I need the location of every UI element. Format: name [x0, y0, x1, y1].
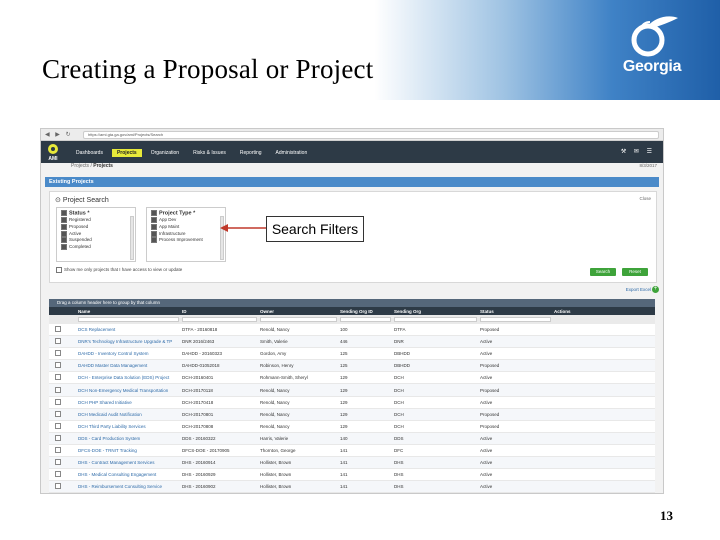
callout-arrow [220, 224, 266, 232]
slide-number: 13 [660, 508, 673, 523]
